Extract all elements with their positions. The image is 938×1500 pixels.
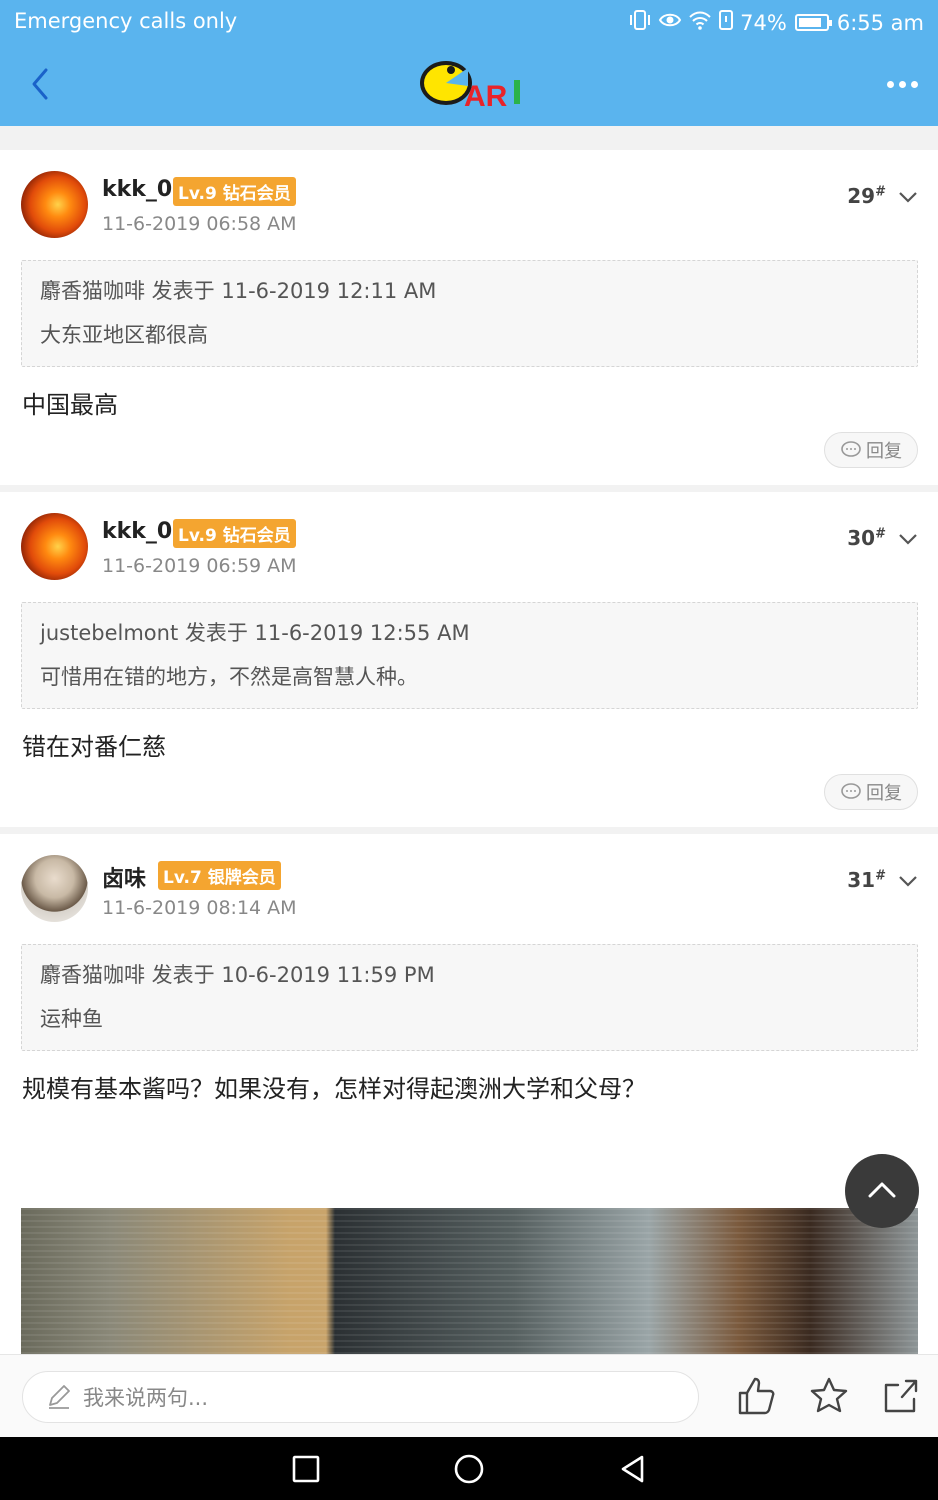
reply-label: 回复 bbox=[866, 441, 902, 462]
quote-text: 可惜用在错的地方，不然是高智慧人种。 bbox=[40, 665, 418, 689]
sim-icon bbox=[718, 9, 734, 36]
comment-placeholder: 我来说两句... bbox=[83, 1386, 209, 1410]
username[interactable]: kkk_0 bbox=[102, 177, 172, 202]
chevron-down-icon[interactable] bbox=[898, 532, 918, 546]
app-logo: AR bbox=[418, 56, 526, 114]
home-button[interactable] bbox=[453, 1453, 485, 1485]
more-icon-dot bbox=[898, 80, 906, 88]
avatar[interactable] bbox=[21, 513, 88, 580]
username[interactable]: 卤味 bbox=[102, 861, 146, 893]
post-time: 11-6-2019 08:14 AM bbox=[102, 897, 297, 919]
floor-number: 29# bbox=[847, 184, 886, 208]
status-time: 6:55 am bbox=[836, 10, 924, 35]
post-body: 错在对番仁慈 bbox=[22, 733, 166, 761]
system-nav-bar bbox=[0, 1437, 938, 1500]
status-carrier-text: Emergency calls only bbox=[14, 9, 238, 33]
pencil-icon bbox=[49, 1385, 70, 1409]
back-button[interactable] bbox=[24, 64, 58, 104]
chevron-up-icon bbox=[868, 1182, 896, 1198]
reply-button[interactable]: 回复 bbox=[824, 774, 918, 810]
post-body: 规模有基本酱吗？如果没有，怎样对得起澳洲大学和父母？ bbox=[22, 1075, 646, 1103]
top-bar: Emergency calls only 74% 6:55 am AR bbox=[0, 0, 938, 126]
quote-block: 麝香猫咖啡 发表于 11-6-2019 12:11 AM 大东亚地区都很高 bbox=[21, 260, 918, 367]
post-image[interactable] bbox=[21, 1208, 918, 1354]
floor-number: 31# bbox=[847, 868, 886, 892]
level-badge: Lv.7 银牌会员 bbox=[158, 861, 281, 890]
chevron-down-icon[interactable] bbox=[898, 190, 918, 204]
back-icon bbox=[32, 68, 48, 100]
quote-header: 麝香猫咖啡 发表于 10-6-2019 11:59 PM bbox=[40, 963, 435, 987]
comment-input[interactable]: 我来说两句... bbox=[22, 1371, 699, 1423]
avatar[interactable] bbox=[21, 171, 88, 238]
scroll-to-top-button[interactable] bbox=[845, 1154, 919, 1228]
vibrate-icon bbox=[628, 9, 652, 36]
back-nav-button[interactable] bbox=[617, 1453, 649, 1485]
post-body: 中国最高 bbox=[22, 391, 118, 419]
logo-text: AR bbox=[464, 80, 508, 113]
star-icon[interactable] bbox=[808, 1375, 850, 1417]
battery-percent: 74% bbox=[740, 10, 787, 35]
battery-icon bbox=[794, 14, 832, 31]
nav-bar: AR bbox=[0, 44, 938, 126]
quote-header: justebelmont 发表于 11-6-2019 12:55 AM bbox=[40, 621, 470, 645]
quote-text: 大东亚地区都很高 bbox=[40, 323, 208, 347]
quote-block: justebelmont 发表于 11-6-2019 12:55 AM 可惜用在… bbox=[21, 602, 918, 709]
reply-label: 回复 bbox=[866, 783, 902, 804]
quote-block: 麝香猫咖啡 发表于 10-6-2019 11:59 PM 运种鱼 bbox=[21, 944, 918, 1051]
quote-header: 麝香猫咖啡 发表于 11-6-2019 12:11 AM bbox=[40, 279, 437, 303]
status-bar: Emergency calls only 74% 6:55 am bbox=[0, 0, 938, 44]
more-button[interactable] bbox=[882, 66, 922, 102]
recent-apps-button[interactable] bbox=[290, 1453, 322, 1485]
floor-number: 30# bbox=[847, 526, 886, 550]
post-29: kkk_0 Lv.9 钻石会员 11-6-2019 06:58 AM 29# 麝… bbox=[0, 150, 938, 485]
comment-icon bbox=[841, 783, 861, 799]
quote-text: 运种鱼 bbox=[40, 1007, 103, 1031]
more-icon-dot bbox=[910, 80, 918, 88]
post-30: kkk_0 Lv.9 钻石会员 11-6-2019 06:59 AM 30# j… bbox=[0, 492, 938, 827]
share-icon[interactable] bbox=[880, 1375, 922, 1417]
avatar[interactable] bbox=[21, 855, 88, 922]
eye-icon bbox=[658, 9, 682, 36]
comment-icon bbox=[841, 441, 861, 457]
wifi-icon bbox=[688, 9, 712, 36]
post-time: 11-6-2019 06:59 AM bbox=[102, 555, 297, 577]
post-time: 11-6-2019 06:58 AM bbox=[102, 213, 297, 235]
level-badge: Lv.9 钻石会员 bbox=[173, 177, 296, 206]
chevron-down-icon[interactable] bbox=[898, 874, 918, 888]
reply-button[interactable]: 回复 bbox=[824, 432, 918, 468]
like-icon[interactable] bbox=[736, 1375, 778, 1417]
level-badge: Lv.9 钻石会员 bbox=[173, 519, 296, 548]
more-icon-dot bbox=[886, 80, 894, 88]
username[interactable]: kkk_0 bbox=[102, 519, 172, 544]
status-right: 74% 6:55 am bbox=[628, 9, 924, 36]
comment-bar: 我来说两句... bbox=[0, 1354, 938, 1437]
